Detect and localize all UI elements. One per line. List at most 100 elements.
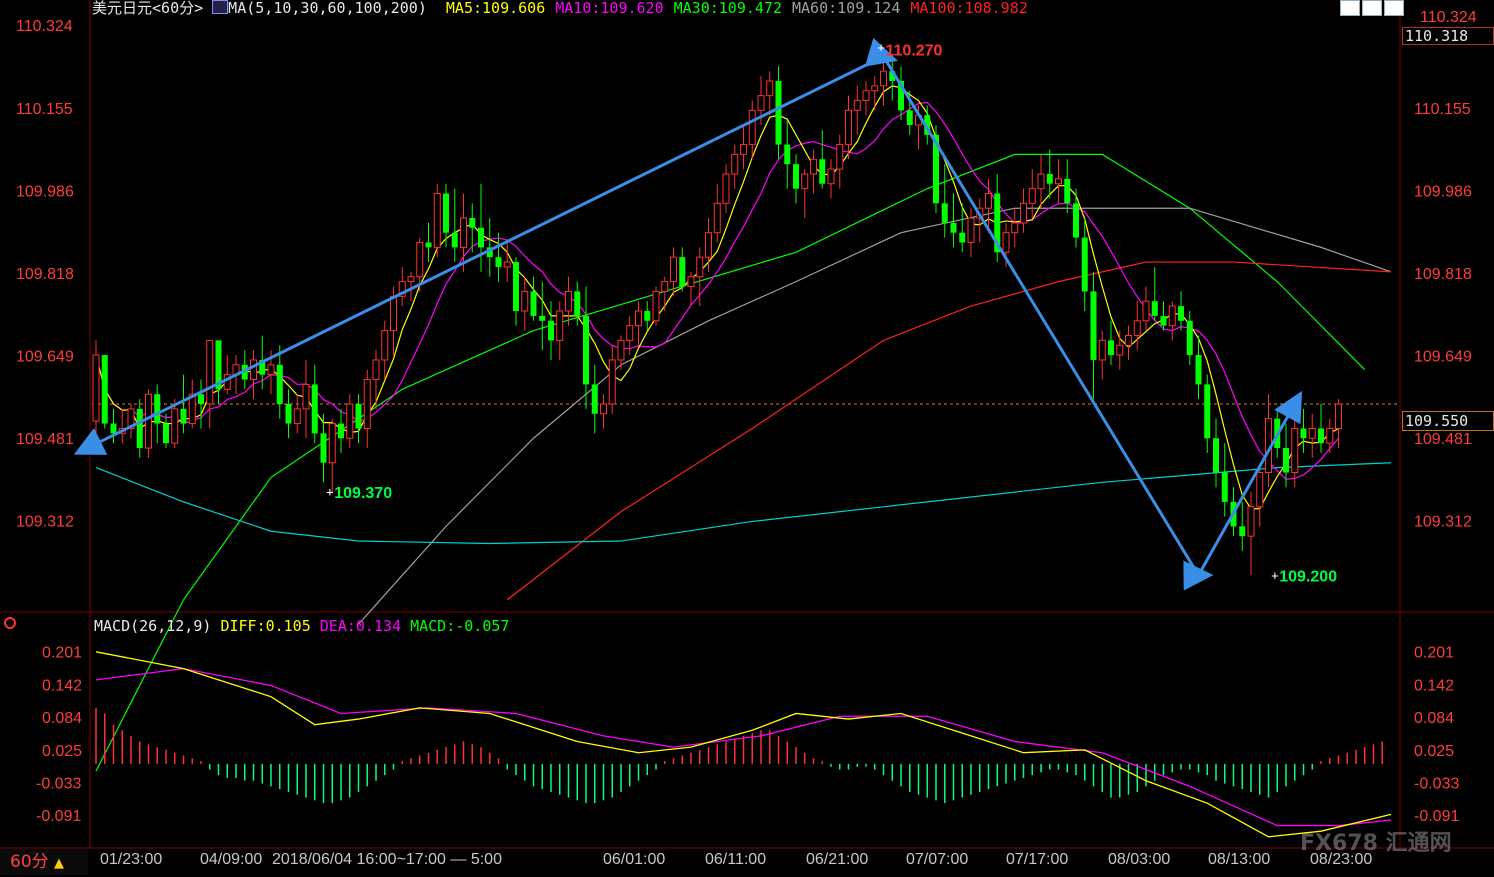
candle-body (731, 153, 739, 175)
candle-body (679, 257, 686, 287)
candle-body (967, 217, 975, 243)
macd-tick-right: 0.201 (1414, 644, 1454, 661)
current-price-value: 109.550 (1405, 412, 1469, 430)
annotation-marker: + (878, 41, 885, 55)
price-tick-left: 109.818 (16, 266, 74, 283)
candle-body (1028, 188, 1036, 204)
candle-body (180, 408, 187, 424)
candle-body (1151, 301, 1158, 316)
time-label: 06/11:00 (705, 851, 767, 868)
candle-body (766, 80, 774, 97)
candle-body (346, 403, 354, 439)
candle-body (1064, 178, 1071, 204)
time-label: 08/13:00 (1208, 851, 1271, 868)
candle-body (583, 315, 589, 385)
watermark: FX678 汇通网 (1300, 831, 1452, 856)
price-annotation: 109.370 (334, 485, 392, 502)
macd-tick-right: 0.084 (1414, 710, 1454, 727)
time-label: 01/23:00 (100, 851, 163, 868)
candle-body (1073, 203, 1079, 238)
candle-body (425, 242, 432, 248)
candle-body (608, 359, 616, 405)
price-tick-left: 109.986 (16, 184, 74, 201)
macd-tick-right: -0.091 (1414, 808, 1459, 825)
ma-value-ma60: MA60:109.124 (791, 0, 901, 17)
candle-body (1239, 526, 1246, 537)
price-tick-right: 110.155 (1414, 101, 1471, 118)
ma-value-ma5: MA5:109.606 (445, 0, 546, 17)
price-annotation: 110.270 (886, 43, 943, 60)
macd-tick-right: 0.025 (1414, 743, 1454, 760)
candle-body (1055, 178, 1062, 185)
chart-canvas[interactable]: 110.324 110.155 110.155 109.986 109.986 109.8… (0, 0, 1494, 875)
candle-body (503, 261, 511, 268)
price-tick-right: 109.481 (1414, 431, 1472, 448)
price-annotation: 109.200 (1279, 568, 1337, 585)
candle-body (784, 144, 791, 165)
right-arrow-icon[interactable] (1384, 0, 1404, 16)
triangle-up-icon: ▲ (54, 856, 65, 871)
candle-body (722, 173, 730, 204)
period-button[interactable]: 60分 ▲ (0, 849, 88, 875)
candle-body (600, 403, 607, 415)
macd-tick-left: -0.091 (36, 808, 81, 825)
candle-body (443, 193, 449, 233)
price-tick-left: 109.312 (16, 513, 74, 530)
candle-body (757, 95, 765, 111)
candle-body (871, 85, 879, 92)
ma-value-ma100: MA100:108.982 (910, 0, 1028, 17)
candle-body (92, 354, 100, 422)
symbol-label[interactable]: 美元日元 (92, 0, 152, 17)
restore-icon[interactable] (1340, 0, 1360, 16)
candle-body (302, 383, 310, 410)
candle-body (1326, 427, 1334, 444)
candle-body (293, 408, 301, 425)
candle-body (565, 290, 572, 312)
candle-body (469, 218, 476, 228)
candle-body (1318, 428, 1324, 444)
candle-body (381, 330, 389, 361)
price-top-box-value: 110.318 (1405, 27, 1469, 45)
candle-body (1308, 427, 1316, 439)
left-arrow-icon[interactable] (1362, 0, 1382, 16)
price-top-box: 110.318 (1402, 27, 1494, 45)
candle-body (495, 257, 502, 267)
candle-body (478, 227, 484, 248)
candle-body (110, 423, 117, 434)
ma-line-ma30 (95, 153, 1366, 772)
candle-body (1221, 472, 1228, 502)
macd-value: MACD:-0.057 (410, 617, 510, 635)
candle-body (390, 295, 397, 332)
candle-body (136, 408, 143, 449)
candle-body (635, 310, 642, 327)
candle-body (1125, 334, 1132, 346)
candle-body (950, 222, 957, 233)
macd-tick-left: -0.033 (36, 775, 81, 792)
macd-tick-left: 0.201 (42, 644, 82, 661)
candle-body (985, 193, 992, 209)
candle-body (1081, 237, 1088, 292)
candle-body (740, 144, 747, 155)
price-tick-left: 109.649 (16, 349, 74, 366)
period-button-label: 60分 (10, 852, 49, 872)
macd-tick-right: 0.142 (1414, 677, 1454, 694)
candle-body (276, 364, 283, 404)
ma-icon[interactable] (212, 0, 229, 14)
indicator-settings-icon[interactable] (4, 617, 16, 629)
candle-body (775, 80, 782, 145)
candle-body (206, 339, 214, 405)
candle-body (1195, 355, 1202, 385)
candle-body (1300, 428, 1307, 439)
candle-body (1168, 305, 1176, 327)
macd-tick-left: 0.084 (42, 710, 82, 727)
candle-body (1247, 506, 1255, 537)
candle-body (513, 262, 519, 311)
time-label: 06/01:00 (603, 851, 666, 868)
candle-body (801, 173, 809, 190)
candle-body (285, 403, 292, 424)
candle-body (407, 276, 415, 283)
candle-body (320, 433, 327, 463)
candle-body (827, 168, 835, 185)
ma-label: MA(5,10,30,60,100,200) (228, 0, 427, 17)
period-label[interactable]: <60分> (152, 0, 203, 17)
